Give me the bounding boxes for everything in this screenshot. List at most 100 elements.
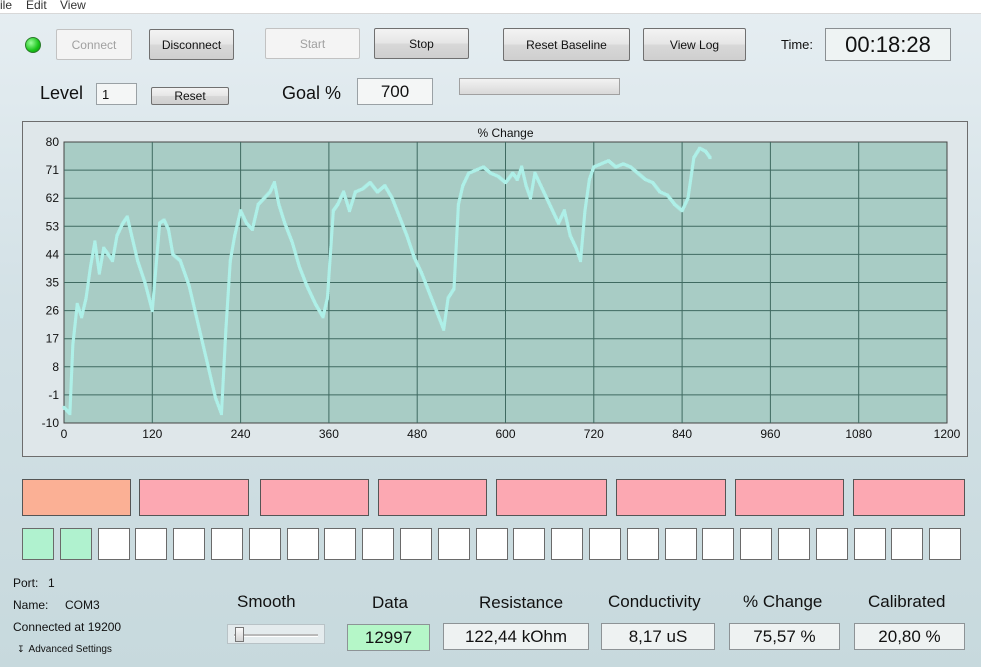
band-block [853,479,965,516]
level-cell [929,528,961,560]
y-tick-label: -10 [42,416,60,430]
x-tick-label: 240 [231,427,251,441]
level-cell [551,528,583,560]
level-cell [702,528,734,560]
goal-field[interactable]: 700 [357,78,433,105]
data-label: Data [372,593,408,612]
x-tick-label: 120 [142,427,162,441]
goal-label: Goal % [282,83,342,103]
advanced-settings-toggle[interactable]: ↧ Advanced Settings [17,644,112,655]
level-cell [211,528,243,560]
calibrated-value: 20,80 % [854,623,965,650]
smooth-slider-track [234,634,318,637]
level-field[interactable]: 1 [96,83,137,105]
level-cell [324,528,356,560]
band-block [735,479,844,516]
connection-status-led [25,37,41,53]
disconnect-button[interactable]: Disconnect [149,29,234,60]
level-cell [60,528,92,560]
y-tick-label: 35 [46,276,60,290]
calibrated-label: Calibrated [868,592,946,611]
connect-button[interactable]: Connect [56,29,132,60]
level-cell [98,528,130,560]
x-tick-label: 600 [495,427,515,441]
x-tick-label: 0 [61,427,68,441]
connection-speed: Connected at 19200 [13,620,122,634]
level-cell [740,528,772,560]
goal-progress-bar [459,78,620,95]
level-reset-button[interactable]: Reset [151,87,229,105]
menu-file[interactable]: ile [0,0,12,11]
y-tick-label: 80 [46,135,60,149]
band-block [260,479,369,516]
band-block [378,479,487,516]
double-chevron-down-icon: ↧ [17,644,25,654]
reset-baseline-button[interactable]: Reset Baseline [503,28,630,61]
name-label: Name: [13,598,49,612]
start-button[interactable]: Start [265,28,360,59]
data-point [708,156,712,160]
level-cell [513,528,545,560]
chart-panel: 0 120 240 360 480 600 720 840 960 1080 1200 80 71 62 5… [22,121,968,457]
resistance-value: 122,44 kOhm [443,623,589,650]
menu-bar: ile Edit View [0,0,981,14]
band-block [139,479,249,516]
x-tick-label: 840 [672,427,692,441]
y-tick-label: -1 [48,388,59,402]
chart-title: % Change [477,126,533,140]
level-cell [22,528,54,560]
x-tick-label: 1080 [845,427,872,441]
name-value: COM3 [65,598,100,612]
x-tick-label: 720 [584,427,604,441]
y-tick-label: 53 [46,219,60,233]
elapsed-time-display: 00:18:28 [825,28,951,61]
menu-edit[interactable]: Edit [26,0,47,11]
level-cell [665,528,697,560]
percent-change-value: 75,57 % [729,623,840,650]
level-cell [400,528,432,560]
y-tick-label: 17 [46,332,60,346]
band-block [22,479,131,516]
level-cell [854,528,886,560]
data-value: 12997 [347,624,430,651]
band-block [496,479,607,516]
level-cell [816,528,848,560]
x-tick-label: 360 [319,427,339,441]
level-cell [173,528,205,560]
resistance-label: Resistance [479,593,564,612]
advanced-settings-label: Advanced Settings [28,644,112,655]
view-log-button[interactable]: View Log [643,28,746,61]
level-cell [476,528,508,560]
level-cell [589,528,621,560]
level-cell [627,528,659,560]
level-value: 1 [102,86,110,102]
level-cell [287,528,319,560]
conductivity-value: 8,17 uS [601,623,715,650]
smooth-slider-thumb[interactable] [235,627,244,642]
smooth-label: Smooth [237,592,296,611]
smooth-slider[interactable] [227,624,325,644]
level-cell [249,528,281,560]
port-label: Port: [13,576,39,590]
y-tick-label: 44 [46,247,60,261]
band-block [616,479,726,516]
percent-change-chart: 0 120 240 360 480 600 720 840 960 1080 1200 80 71 62 5… [42,126,961,441]
x-tick-label: 480 [407,427,427,441]
level-cell [362,528,394,560]
x-tick-label: 1200 [934,427,961,441]
level-cell [778,528,810,560]
level-cell [438,528,470,560]
stop-button[interactable]: Stop [374,28,469,59]
conductivity-label: Conductivity [608,592,701,611]
level-cell [891,528,923,560]
port-value: 1 [48,576,55,590]
time-label: Time: [781,37,814,52]
y-tick-label: 71 [46,163,60,177]
y-tick-label: 26 [46,304,60,318]
level-cell [135,528,167,560]
y-tick-label: 8 [52,360,59,374]
level-label: Level [40,83,84,103]
y-tick-label: 62 [46,191,60,205]
menu-view[interactable]: View [60,0,86,11]
x-tick-label: 960 [760,427,780,441]
